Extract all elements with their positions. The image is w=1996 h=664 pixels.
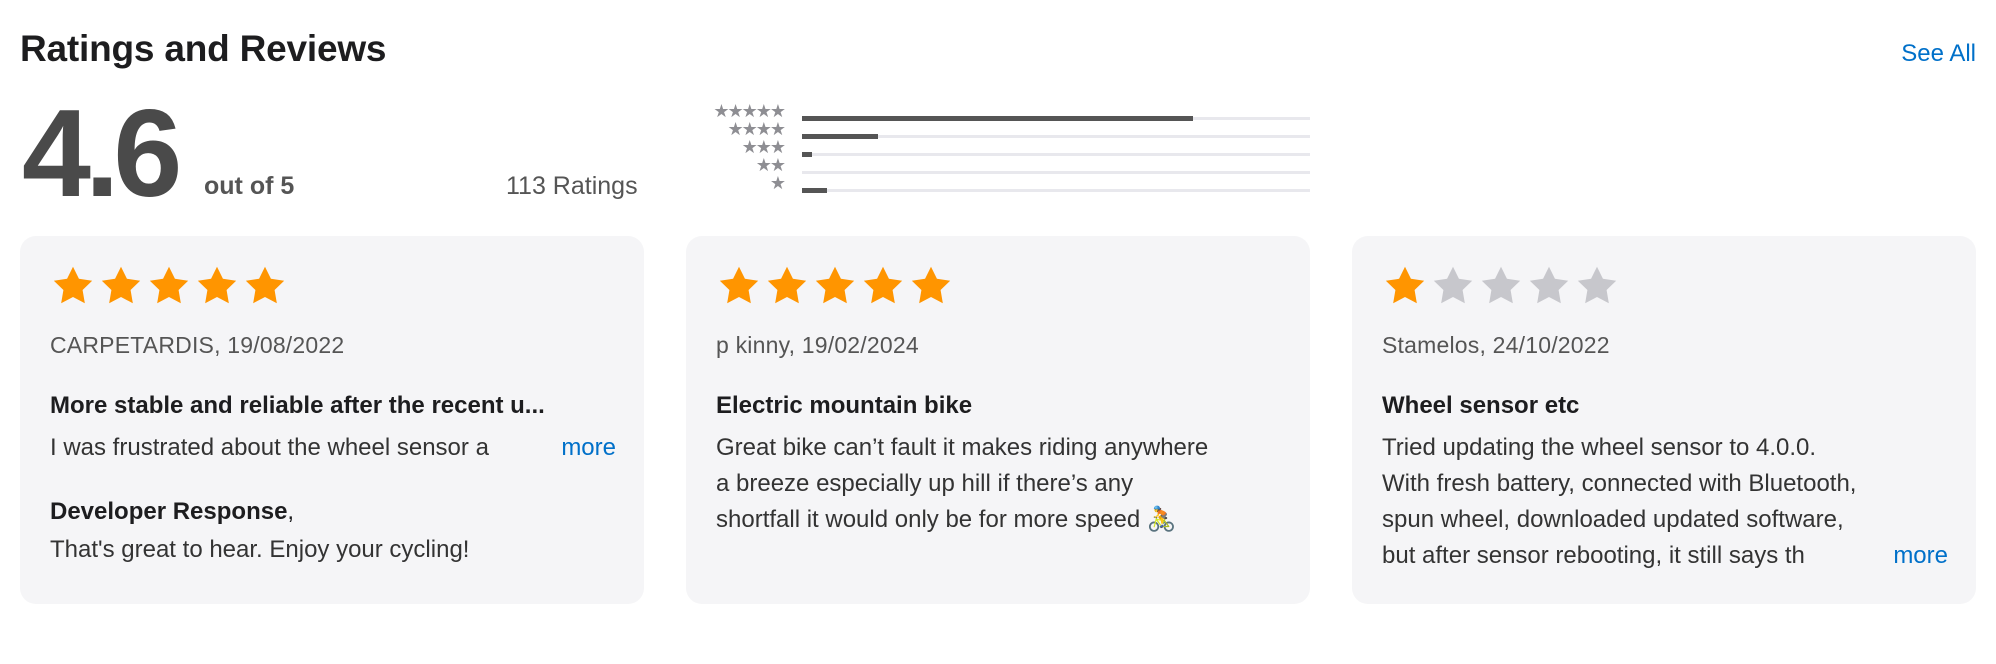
review-title: More stable and reliable after the recen… xyxy=(50,392,545,419)
histogram-track xyxy=(802,152,1310,157)
review-card[interactable]: Stamelos, 24/10/2022 Wheel sensor etc Tr… xyxy=(1352,236,1976,604)
review-author-date: CARPETARDIS, 19/08/2022 xyxy=(50,332,345,358)
developer-response-text: That's great to hear. Enjoy your cycling… xyxy=(50,536,470,563)
ratings-count: 113 Ratings xyxy=(506,172,638,200)
review-title: Electric mountain bike xyxy=(716,392,973,419)
review-body-line: Tried updating the wheel sensor to 4.0.0… xyxy=(1382,434,1817,461)
rating-histogram: ★★★★★ ★★★★ ★★★ ★★ ★ xyxy=(686,102,1312,198)
star-empty-icon xyxy=(1529,266,1569,304)
out-of-label: out of 5 xyxy=(204,172,295,200)
review-card[interactable]: p kinny, 19/02/2024 Electric mountain bi… xyxy=(686,236,1310,604)
average-rating: 4.6 xyxy=(22,85,182,223)
histogram-stars-label: ★ xyxy=(769,173,786,193)
see-all-link[interactable]: See All xyxy=(1901,40,1976,68)
star-rating xyxy=(1382,262,1622,318)
star-empty-icon xyxy=(1577,266,1617,304)
histogram-fill xyxy=(802,188,828,193)
histogram-fill xyxy=(802,116,1194,121)
review-body-line: a breeze especially up hill if there’s a… xyxy=(716,470,1134,497)
star-filled-icon xyxy=(767,266,807,304)
review-body-line: spun wheel, downloaded updated software, xyxy=(1382,506,1844,533)
review-body-line: shortfall it would only be for more spee… xyxy=(716,506,1177,533)
histogram-track xyxy=(802,171,1310,174)
star-filled-icon xyxy=(1385,266,1425,304)
section-title: Ratings and Reviews xyxy=(20,28,387,69)
histogram-stars-label: ★★★ xyxy=(741,137,786,157)
star-empty-icon xyxy=(1433,266,1473,304)
star-filled-icon xyxy=(815,266,855,304)
developer-response-label-text: Developer Response xyxy=(50,498,288,525)
star-filled-icon xyxy=(863,266,903,304)
star-filled-icon xyxy=(197,266,237,304)
histogram-stars-label: ★★ xyxy=(755,155,786,175)
star-rating xyxy=(716,262,956,318)
star-filled-icon xyxy=(53,266,93,304)
histogram-fill xyxy=(802,134,879,139)
developer-response-label: Developer Response, xyxy=(50,498,295,525)
review-body: Great bike can’t fault it makes riding a… xyxy=(716,430,1282,538)
review-author-date: Stamelos, 24/10/2022 xyxy=(1382,332,1610,358)
star-filled-icon xyxy=(719,266,759,304)
review-body: Tried updating the wheel sensor to 4.0.0… xyxy=(1382,430,1948,574)
star-filled-icon xyxy=(911,266,951,304)
star-rating xyxy=(50,262,290,318)
review-author-date: p kinny, 19/02/2024 xyxy=(716,332,919,358)
histogram-stars-label: ★★★★★ xyxy=(713,101,786,121)
review-body-line: Great bike can’t fault it makes riding a… xyxy=(716,434,1209,461)
histogram-track xyxy=(802,134,1310,139)
review-body-line: With fresh battery, connected with Bluet… xyxy=(1382,470,1857,497)
histogram-stars-label: ★★★★ xyxy=(727,119,786,139)
histogram-track xyxy=(802,116,1310,121)
review-card[interactable]: CARPETARDIS, 19/08/2022 More stable and … xyxy=(20,236,644,604)
histogram-track xyxy=(802,188,1310,193)
histogram-row-1-star: ★ xyxy=(686,174,1312,196)
more-link[interactable]: more xyxy=(521,430,616,466)
review-title: Wheel sensor etc xyxy=(1382,392,1580,419)
more-link[interactable]: more xyxy=(1853,538,1948,574)
histogram-fill xyxy=(802,152,813,157)
star-filled-icon xyxy=(149,266,189,304)
star-empty-icon xyxy=(1481,266,1521,304)
review-body: I was frustrated about the wheel sensor … xyxy=(50,430,616,466)
star-filled-icon xyxy=(101,266,141,304)
star-filled-icon xyxy=(245,266,285,304)
